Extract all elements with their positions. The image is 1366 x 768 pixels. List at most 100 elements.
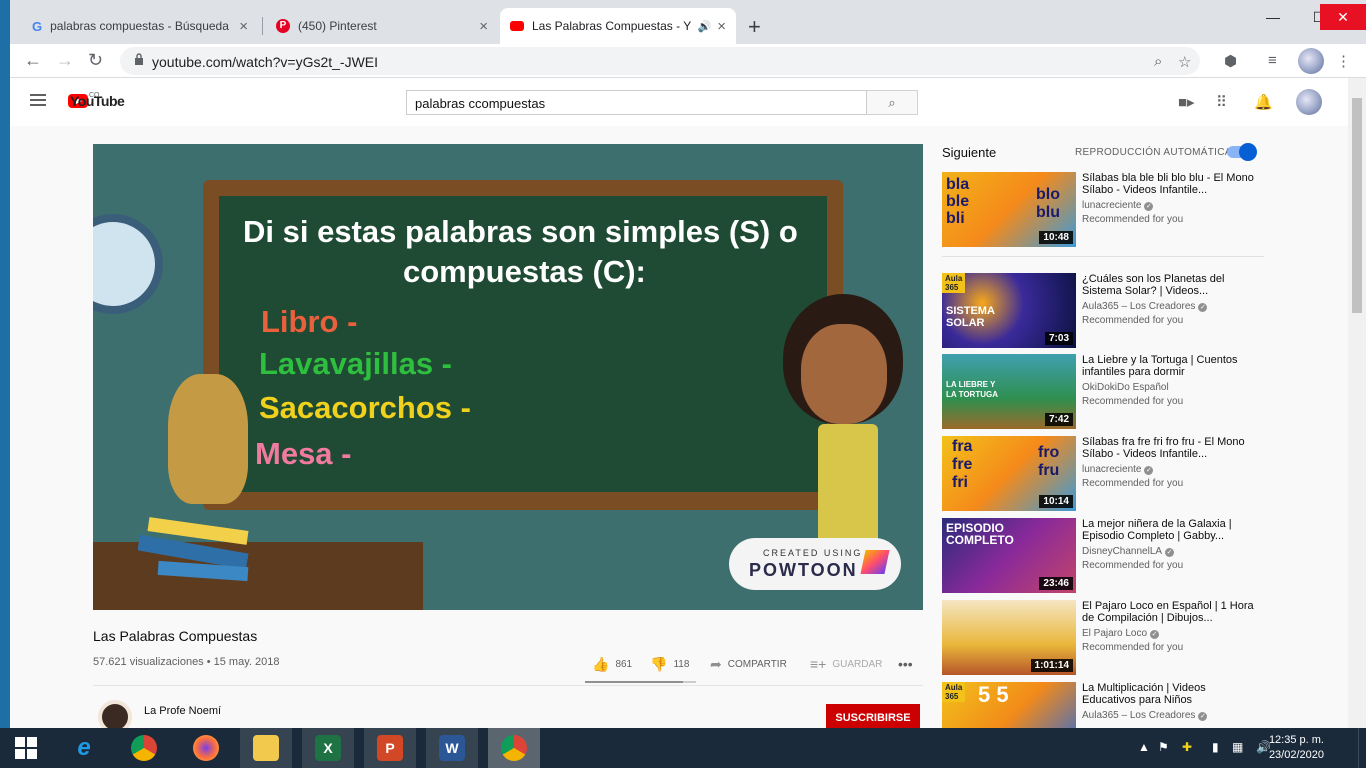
- close-tab-icon[interactable]: ×: [479, 18, 488, 35]
- video-thumbnail[interactable]: 1:01:14: [942, 600, 1076, 675]
- channel-avatar[interactable]: [98, 700, 132, 728]
- taskbar-chrome-active[interactable]: [488, 728, 540, 768]
- thumbnail-caption: blo blu: [1036, 186, 1060, 221]
- battery-icon[interactable]: ▮: [1212, 740, 1219, 754]
- video-title[interactable]: ¿Cuáles son los Planetas del Sistema Sol…: [1082, 273, 1254, 297]
- recommended-video[interactable]: Aula 365 SISTEMA SOLAR 7:03 ¿Cuáles son lo…: [942, 273, 1264, 349]
- video-channel[interactable]: El Pajaro Loco ✓: [1082, 628, 1160, 639]
- taskbar-chrome[interactable]: [118, 728, 170, 768]
- girl-face-illustration: [801, 324, 887, 424]
- close-tab-icon[interactable]: ×: [239, 18, 248, 35]
- page-scrollbar[interactable]: [1348, 78, 1366, 728]
- recommended-video[interactable]: bla ble bli blo blu 10:48 Sílabas bla ble b…: [942, 172, 1264, 248]
- start-button[interactable]: [0, 728, 52, 768]
- taskbar-word[interactable]: W: [426, 728, 478, 768]
- tray-up-arrow-icon[interactable]: ▲: [1138, 740, 1150, 754]
- hamburger-menu-icon[interactable]: [30, 94, 46, 106]
- youtube-header: YouTube CO palabras ccompuestas ⌕ ■▸ ⠿ 🔔: [10, 78, 1348, 126]
- video-title[interactable]: La Liebre y la Tortuga | Cuentos infanti…: [1082, 354, 1254, 378]
- recommendation-note: Recommended for you: [1082, 560, 1184, 571]
- address-bar[interactable]: youtube.com/watch?v=yGs2t_-JWEI ⌕ ☆: [120, 47, 1200, 75]
- powtoon-watermark: CREATED USING POWTOON: [729, 538, 901, 590]
- video-channel[interactable]: lunacreciente ✓: [1082, 200, 1154, 211]
- autoplay-toggle[interactable]: [1227, 143, 1257, 161]
- save-label: GUARDAR: [832, 658, 883, 670]
- tab-pinterest[interactable]: P (450) Pinterest ×: [266, 8, 498, 44]
- video-title: Las Palabras Compuestas: [93, 628, 258, 644]
- video-channel[interactable]: Aula365 – Los Creadores ✓: [1082, 710, 1208, 721]
- video-title[interactable]: Sílabas bla ble bli blo blu - El Mono Sí…: [1082, 172, 1254, 196]
- account-avatar[interactable]: [1296, 89, 1322, 115]
- video-thumbnail[interactable]: fra fre fri fro fru 10:14: [942, 436, 1076, 511]
- video-duration: 7:42: [1044, 413, 1073, 426]
- zoom-icon[interactable]: ⌕: [1154, 53, 1162, 70]
- video-thumbnail[interactable]: LA LIEBRE Y LA TORTUGA 7:42: [942, 354, 1076, 429]
- apps-grid-icon[interactable]: ⠿: [1216, 93, 1227, 111]
- channel-name[interactable]: La Profe Noemí: [144, 705, 221, 717]
- plus-badge-icon[interactable]: ✚: [1182, 740, 1192, 754]
- video-title[interactable]: El Pajaro Loco en Español | 1 Hora de Co…: [1082, 600, 1254, 624]
- reload-icon[interactable]: ↻: [88, 50, 103, 71]
- taskbar-powerpoint[interactable]: P: [364, 728, 416, 768]
- video-duration: 7:03: [1044, 332, 1073, 345]
- close-window-button[interactable]: ✕: [1320, 4, 1366, 30]
- video-thumbnail[interactable]: Aula 365 5 5: [942, 682, 1076, 728]
- tab-youtube[interactable]: Las Palabras Compuestas - Y 🔊 ×: [500, 8, 736, 44]
- video-channel[interactable]: DisneyChannelLA ✓: [1082, 546, 1175, 557]
- video-title[interactable]: Sílabas fra fre fri fro fru - El Mono Sí…: [1082, 436, 1254, 460]
- recommended-video[interactable]: LA LIEBRE Y LA TORTUGA 7:42 La Liebre y l…: [942, 354, 1264, 430]
- taskbar-firefox[interactable]: [180, 728, 232, 768]
- recommended-video[interactable]: fra fre fri fro fru 10:14 Sílabas fra fre f…: [942, 436, 1264, 512]
- tab-google-search[interactable]: G palabras compuestas - Búsqueda ×: [22, 8, 258, 44]
- speaker-icon[interactable]: 🔊: [698, 20, 712, 33]
- search-button[interactable]: ⌕: [867, 90, 918, 115]
- save-button[interactable]: ≡+ GUARDAR: [810, 656, 882, 672]
- more-actions-button[interactable]: •••: [898, 656, 919, 672]
- show-desktop-button[interactable]: [1358, 728, 1366, 768]
- new-tab-button[interactable]: +: [748, 14, 761, 40]
- extension-icon[interactable]: ⬢: [1224, 52, 1237, 70]
- recommendation-note: Recommended for you: [1082, 315, 1184, 326]
- like-button[interactable]: 👍 861: [592, 656, 632, 673]
- share-button[interactable]: ➦ COMPARTIR: [710, 656, 787, 673]
- scrollbar-thumb[interactable]: [1352, 98, 1362, 313]
- back-icon[interactable]: ←: [24, 50, 42, 71]
- dislike-button[interactable]: 👎 118: [650, 656, 689, 673]
- subscribe-button[interactable]: SUSCRIBIRSE: [826, 704, 920, 728]
- notifications-bell-icon[interactable]: 🔔: [1254, 93, 1273, 111]
- search-input[interactable]: palabras ccompuestas: [406, 90, 867, 115]
- media-control-icon[interactable]: ≡: [1268, 52, 1277, 69]
- forward-icon[interactable]: →: [56, 50, 74, 71]
- taskbar-file-explorer[interactable]: [240, 728, 292, 768]
- menu-kebab-icon[interactable]: ⋮: [1336, 52, 1351, 70]
- close-tab-icon[interactable]: ×: [717, 18, 726, 35]
- youtube-logo[interactable]: YouTube CO: [68, 92, 125, 109]
- taskbar-excel[interactable]: X: [302, 728, 354, 768]
- video-thumbnail[interactable]: EPISODIO COMPLETO 23:46: [942, 518, 1076, 593]
- lock-icon: [135, 53, 143, 65]
- video-channel[interactable]: lunacreciente ✓: [1082, 464, 1154, 475]
- channel-name: lunacreciente: [1082, 464, 1142, 475]
- video-channel[interactable]: Aula365 – Los Creadores ✓: [1082, 301, 1208, 312]
- create-video-icon[interactable]: ■▸: [1178, 93, 1195, 111]
- taskbar-clock[interactable]: 12:35 p. m. 23/02/2020: [1269, 733, 1324, 763]
- recommended-video[interactable]: EPISODIO COMPLETO 23:46 La mejor niñera d…: [942, 518, 1264, 594]
- video-title[interactable]: La Multiplicación | Videos Educativos pa…: [1082, 682, 1254, 706]
- explorer-icon: [253, 735, 279, 761]
- video-player[interactable]: Di si estas palabras son simples (S) o c…: [93, 144, 923, 610]
- star-icon[interactable]: ☆: [1178, 53, 1191, 71]
- video-thumbnail[interactable]: Aula 365 SISTEMA SOLAR 7:03: [942, 273, 1076, 348]
- recommended-video[interactable]: Aula 365 5 5 La Multiplicación | Videos E…: [942, 682, 1264, 728]
- youtube-icon: [510, 21, 524, 31]
- profile-avatar[interactable]: [1298, 48, 1324, 74]
- minimize-button[interactable]: —: [1250, 4, 1296, 30]
- network-icon[interactable]: ▦: [1232, 740, 1243, 754]
- video-title[interactable]: La mejor niñera de la Galaxia | Episodio…: [1082, 518, 1254, 542]
- taskbar-internet-explorer[interactable]: e: [58, 728, 110, 768]
- wall-clock-illustration: [93, 214, 163, 314]
- video-channel[interactable]: OkiDokiDo Español: [1082, 382, 1169, 393]
- thumbnail-caption: SISTEMA SOLAR: [946, 305, 995, 329]
- recommended-video[interactable]: 1:01:14 El Pajaro Loco en Español | 1 Ho…: [942, 600, 1264, 676]
- video-thumbnail[interactable]: bla ble bli blo blu 10:48: [942, 172, 1076, 247]
- flag-icon[interactable]: ⚑: [1158, 740, 1169, 754]
